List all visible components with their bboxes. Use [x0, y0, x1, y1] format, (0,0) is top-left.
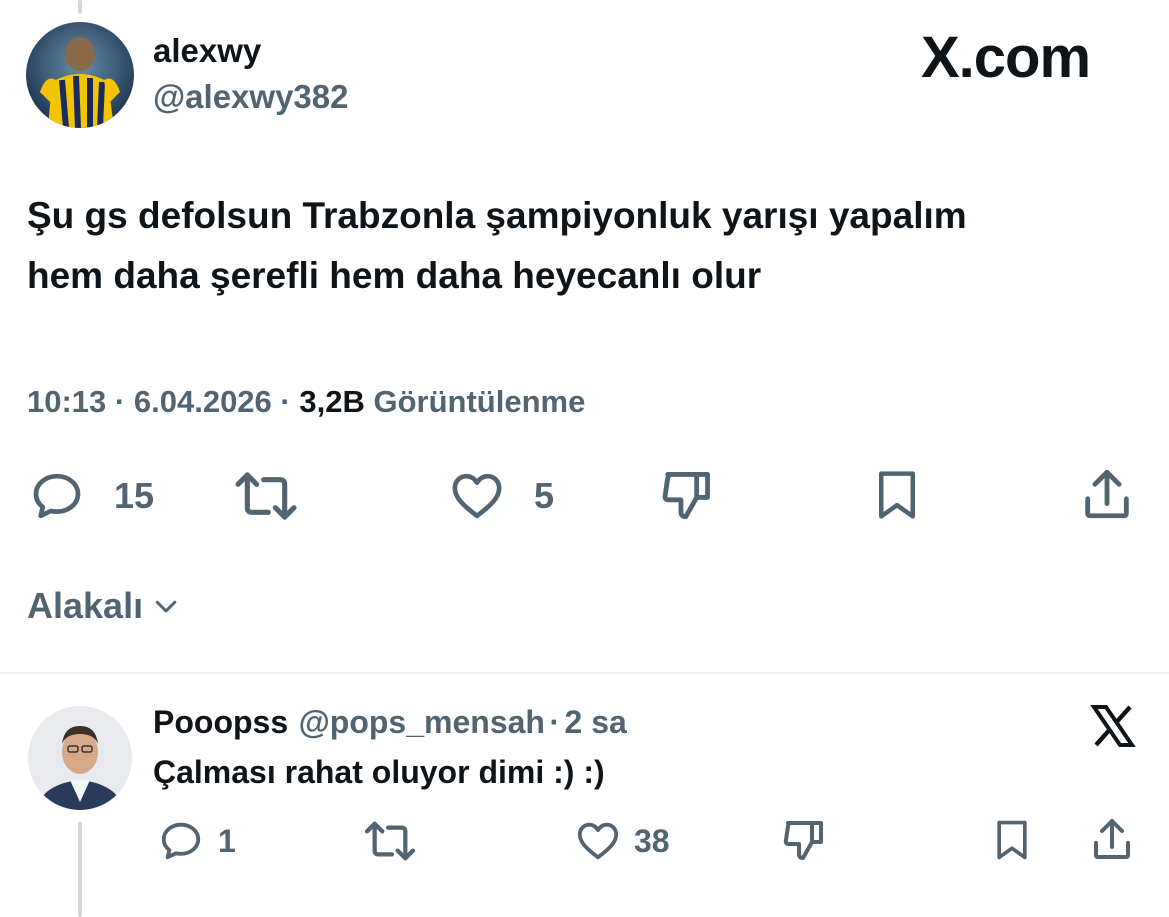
dislike-icon — [662, 472, 710, 520]
retweet-button[interactable] — [232, 468, 300, 524]
reply-author-avatar[interactable] — [28, 706, 132, 810]
reply-icon — [33, 473, 81, 519]
reply-count: 15 — [114, 475, 155, 516]
reply-reply-button[interactable]: 1 — [158, 818, 236, 864]
share-icon — [1085, 469, 1129, 519]
tweet-text: Şu gs defolsun Trabzonla şampiyonluk yar… — [27, 186, 1137, 306]
tweet-meta: 10:13 · 6.04.2026 · 3,2B Görüntülenme — [27, 384, 585, 420]
thread-line — [78, 822, 82, 917]
tweet-date[interactable]: 6.04.2026 — [134, 384, 272, 419]
reply-reply-count: 1 — [218, 822, 236, 859]
meta-separator: · — [549, 704, 561, 740]
retweet-icon — [364, 821, 416, 861]
tweet-text-line: Şu gs defolsun Trabzonla şampiyonluk yar… — [27, 195, 967, 236]
views-label: Görüntülenme — [373, 384, 586, 419]
reply-header: Pooopss @pops_mensah · 2 sa — [153, 704, 627, 741]
reply-like-count: 38 — [634, 822, 670, 859]
reply-text: Çalması rahat oluyor dimi :) :) — [153, 754, 605, 790]
chevron-down-icon — [155, 600, 177, 613]
like-count: 5 — [534, 475, 555, 516]
reply-retweet-button[interactable] — [362, 818, 418, 864]
dislike-icon — [783, 821, 823, 860]
reply-author-handle[interactable]: @pops_mensah — [299, 704, 545, 740]
site-logo: X.com — [921, 25, 1091, 90]
bookmark-button[interactable] — [870, 466, 924, 524]
reply-like-button[interactable]: 38 — [572, 818, 670, 864]
author-handle[interactable]: @alexwy382 — [153, 78, 349, 116]
reply-author-name[interactable]: Pooopss — [153, 704, 288, 740]
author-name[interactable]: alexwy — [153, 32, 261, 70]
views-count: 3,2B — [299, 384, 365, 419]
dislike-button[interactable] — [658, 466, 716, 524]
retweet-icon — [235, 472, 297, 520]
reply-age[interactable]: 2 sa — [565, 704, 627, 740]
replies-sort-dropdown[interactable]: Alakalı — [27, 585, 181, 627]
tweet-text-line: hem daha şerefli hem daha heyecanlı olur — [27, 255, 762, 296]
share-button[interactable] — [1078, 464, 1136, 524]
reply-button[interactable]: 15 — [28, 468, 154, 524]
author-avatar[interactable] — [26, 22, 134, 128]
sort-label: Alakalı — [27, 585, 144, 626]
reply-bookmark-button[interactable] — [990, 816, 1034, 864]
meta-separator: · — [114, 384, 126, 419]
share-icon — [1094, 819, 1130, 859]
heart-icon — [452, 473, 502, 519]
bookmark-icon — [879, 471, 915, 519]
reply-icon — [161, 822, 201, 860]
divider — [0, 672, 1169, 674]
heart-icon — [577, 822, 619, 860]
reply-dislike-button[interactable] — [780, 816, 828, 864]
thread-line — [78, 0, 82, 14]
x-logo-icon — [1088, 702, 1138, 755]
bookmark-icon — [997, 820, 1027, 860]
meta-separator: · — [280, 384, 291, 419]
reply-share-button[interactable] — [1088, 814, 1136, 864]
like-button[interactable]: 5 — [446, 468, 554, 524]
tweet-time[interactable]: 10:13 — [27, 384, 106, 419]
